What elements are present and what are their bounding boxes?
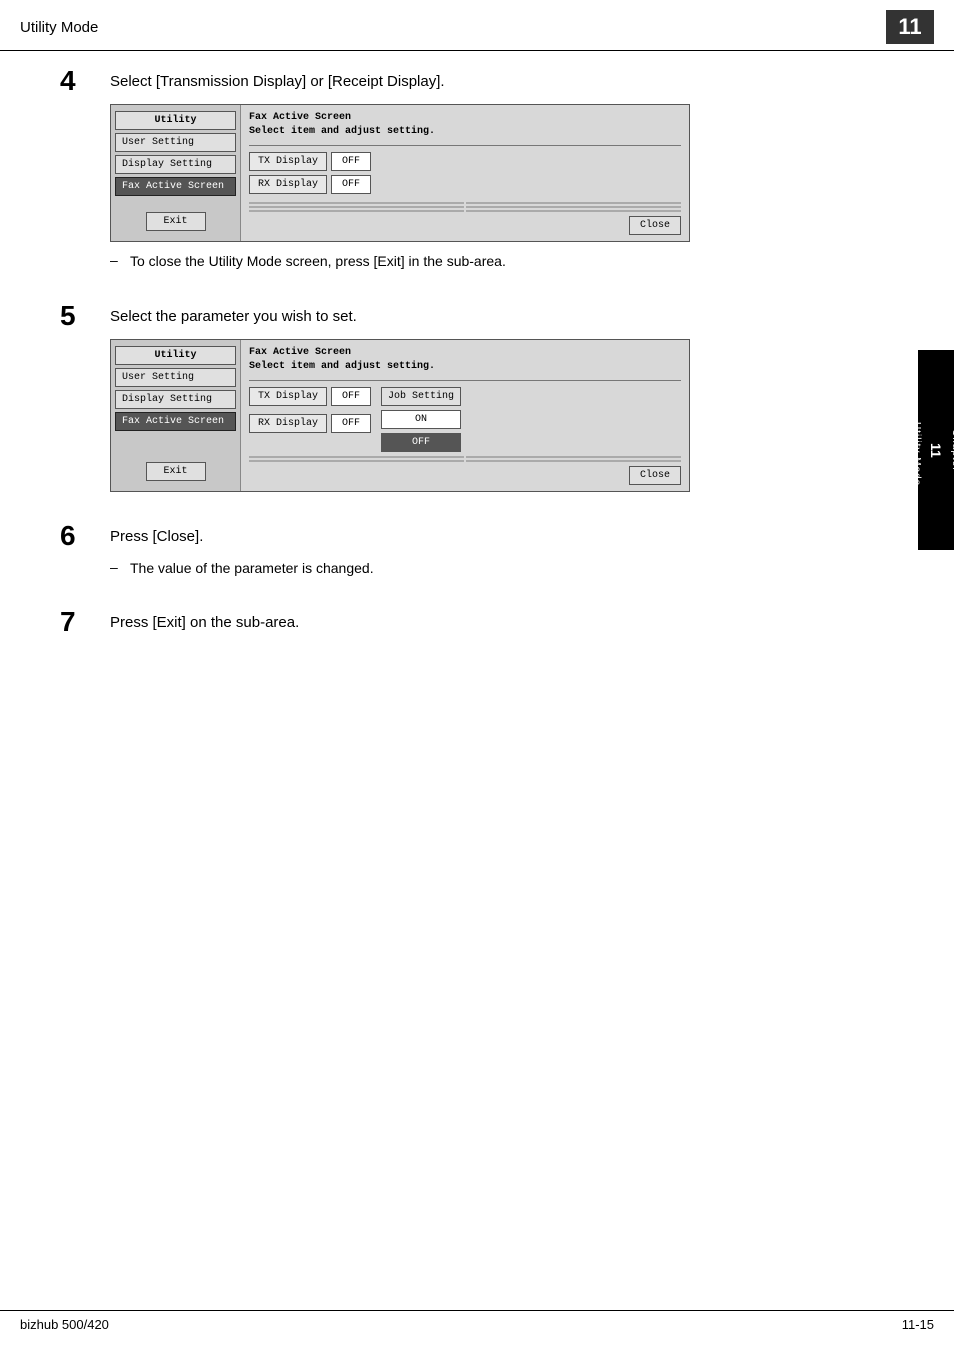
screen1-header: Fax Active Screen Select item and adjust… xyxy=(249,111,681,139)
screen1-header-line2: Select item and adjust setting. xyxy=(249,125,681,139)
screen2-header-line2: Select item and adjust setting. xyxy=(249,360,681,374)
step-6: 6 Press [Close]. – The value of the para… xyxy=(60,526,894,589)
step-6-note-text: The value of the parameter is changed. xyxy=(130,559,374,579)
footer-right: 11-15 xyxy=(902,1317,934,1332)
screen2-rx-value[interactable]: OFF xyxy=(331,414,371,433)
screen2-off-btn[interactable]: OFF xyxy=(381,433,461,452)
screen1-main: Fax Active Screen Select item and adjust… xyxy=(241,105,689,241)
footer-left: bizhub 500/420 xyxy=(20,1317,109,1332)
screen2-divider xyxy=(249,380,681,381)
screen2-display-setting[interactable]: Display Setting xyxy=(115,390,236,409)
step-7-number: 7 xyxy=(60,608,110,636)
screen2-exit-btn[interactable]: Exit xyxy=(146,462,206,481)
screen2-rx-row: RX Display OFF xyxy=(249,414,371,433)
screen1-display-setting[interactable]: Display Setting xyxy=(115,155,236,174)
step-6-dash: – xyxy=(110,559,130,575)
step-4: 4 Select [Transmission Display] or [Rece… xyxy=(60,71,894,282)
step-5-text: Select the parameter you wish to set. xyxy=(110,306,894,327)
screen2-fax-active[interactable]: Fax Active Screen xyxy=(115,412,236,431)
screen2-header: Fax Active Screen Select item and adjust… xyxy=(249,346,681,374)
step-7: 7 Press [Exit] on the sub-area. xyxy=(60,612,894,645)
screen1-sidebar: Utility User Setting Display Setting Fax… xyxy=(111,105,241,241)
screen1-user-setting[interactable]: User Setting xyxy=(115,133,236,152)
step-4-note-text: To close the Utility Mode screen, press … xyxy=(130,252,506,272)
screen1-header-line1: Fax Active Screen xyxy=(249,111,681,125)
page-header: Utility Mode 11 xyxy=(0,0,954,51)
screen1-utility-title: Utility xyxy=(115,111,236,130)
screen1-close-btn[interactable]: Close xyxy=(629,216,681,235)
page-number: 11 xyxy=(886,10,934,44)
step-4-text: Select [Transmission Display] or [Receip… xyxy=(110,71,894,92)
mode-label: Utility Mode xyxy=(911,422,922,486)
screen2-close-btn[interactable]: Close xyxy=(629,466,681,485)
screen1-tx-value[interactable]: OFF xyxy=(331,152,371,171)
screen1-divider xyxy=(249,145,681,146)
screen2-tx-label[interactable]: TX Display xyxy=(249,387,327,406)
chapter-label: Chapter xyxy=(950,429,954,472)
main-content: 4 Select [Transmission Display] or [Rece… xyxy=(0,71,954,729)
step-4-number: 4 xyxy=(60,67,110,95)
screen2-utility-title: Utility xyxy=(115,346,236,365)
screen1-bottom-row: Close xyxy=(249,216,681,235)
screen1-tx-row: TX Display OFF xyxy=(249,152,681,171)
screen1-exit-btn[interactable]: Exit xyxy=(146,212,206,231)
screen1-rx-label[interactable]: RX Display xyxy=(249,175,327,194)
screen1: Utility User Setting Display Setting Fax… xyxy=(110,104,690,242)
screen2-bottom-row: Close xyxy=(249,466,681,485)
chapter-sidebar: Chapter 11 Utility Mode xyxy=(918,350,954,550)
screen2-on-btn[interactable]: ON xyxy=(381,410,461,429)
chapter-number: 11 xyxy=(928,443,944,458)
screen2-header-line1: Fax Active Screen xyxy=(249,346,681,360)
page-title: Utility Mode xyxy=(20,19,98,36)
step-6-content: Press [Close]. – The value of the parame… xyxy=(110,526,894,589)
screen2-rx-label[interactable]: RX Display xyxy=(249,414,327,433)
step-7-text: Press [Exit] on the sub-area. xyxy=(110,612,894,633)
screen2-tx-value[interactable]: OFF xyxy=(331,387,371,406)
screen2-main: Fax Active Screen Select item and adjust… xyxy=(241,340,689,491)
screen2-user-setting[interactable]: User Setting xyxy=(115,368,236,387)
screen1-rx-value[interactable]: OFF xyxy=(331,175,371,194)
screen2-job-setting-btn[interactable]: Job Setting xyxy=(381,387,461,406)
step-6-number: 6 xyxy=(60,522,110,550)
screen2-sidebar: Utility User Setting Display Setting Fax… xyxy=(111,340,241,491)
step-5-content: Select the parameter you wish to set. Ut… xyxy=(110,306,894,502)
step-4-dash: – xyxy=(110,252,130,268)
screen1-rx-row: RX Display OFF xyxy=(249,175,681,194)
step-6-subnote: – The value of the parameter is changed. xyxy=(110,559,894,579)
step-4-subnote: – To close the Utility Mode screen, pres… xyxy=(110,252,894,272)
screen2-tx-row: TX Display OFF xyxy=(249,387,371,406)
step-7-content: Press [Exit] on the sub-area. xyxy=(110,612,894,645)
step-4-content: Select [Transmission Display] or [Receip… xyxy=(110,71,894,282)
step-5: 5 Select the parameter you wish to set. … xyxy=(60,306,894,502)
step-6-text: Press [Close]. xyxy=(110,526,894,547)
page-footer: bizhub 500/420 11-15 xyxy=(0,1310,954,1332)
screen1-fax-active[interactable]: Fax Active Screen xyxy=(115,177,236,196)
step-5-number: 5 xyxy=(60,302,110,330)
screen1-tx-label[interactable]: TX Display xyxy=(249,152,327,171)
screen2: Utility User Setting Display Setting Fax… xyxy=(110,339,690,492)
